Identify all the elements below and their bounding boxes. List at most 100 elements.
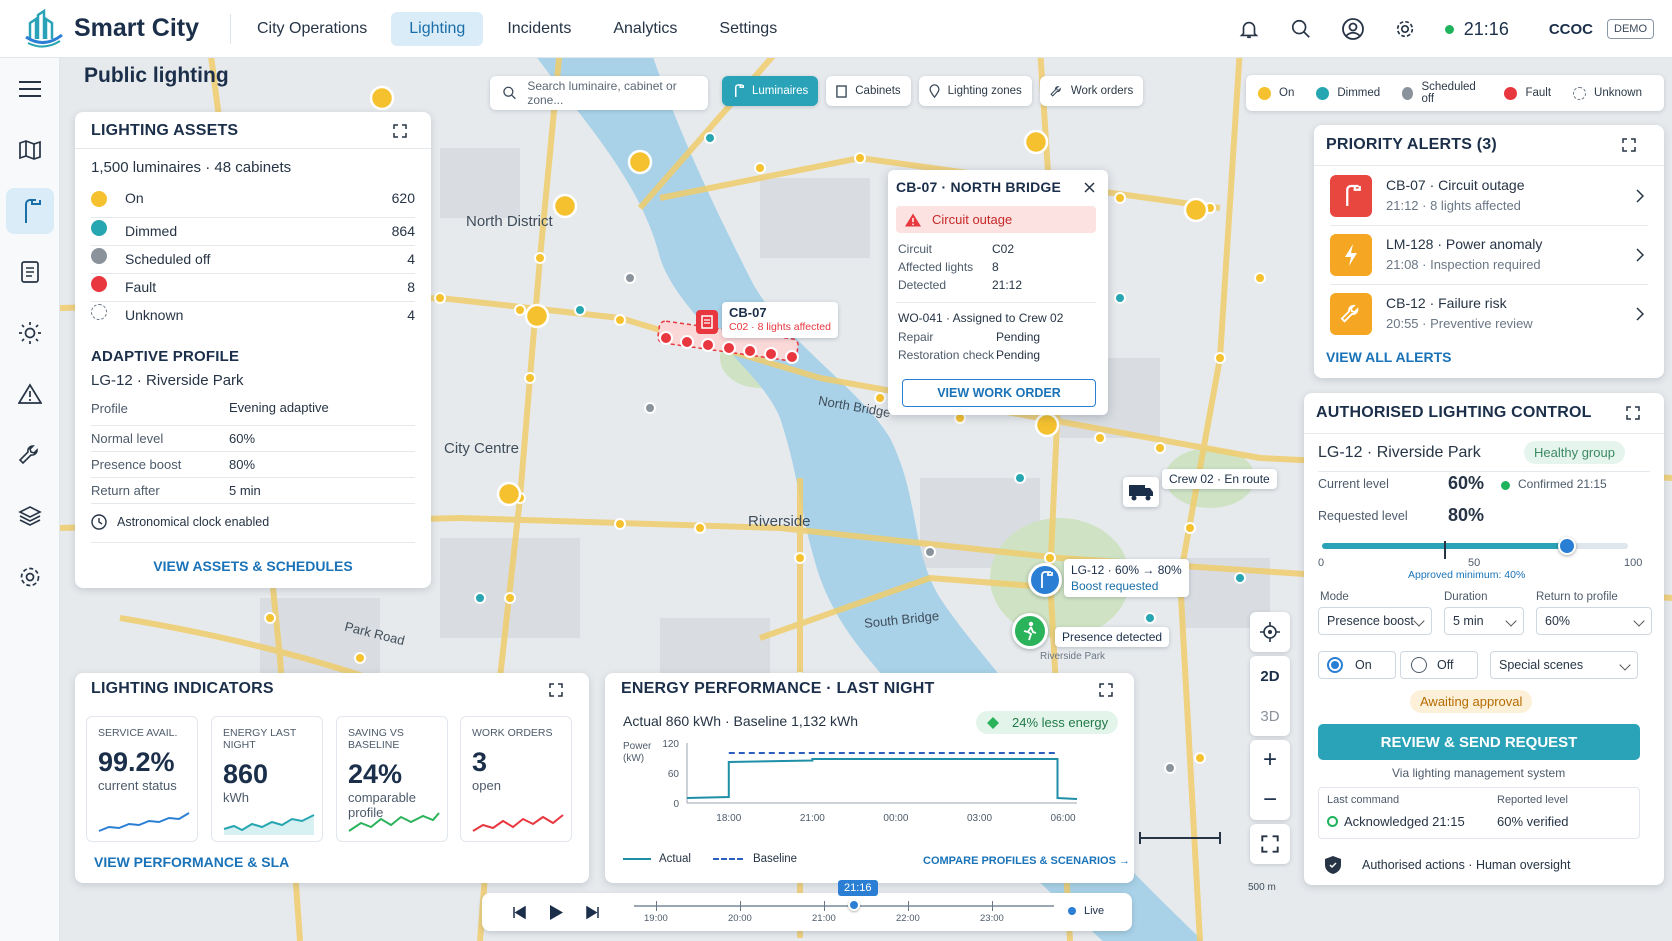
asset-row-unknown[interactable]: Unknown 4: [91, 302, 415, 330]
sidebar-item-layers[interactable]: [0, 485, 60, 546]
search-input[interactable]: Search luminaire, cabinet or zone...: [490, 76, 708, 110]
lighting-group-marker[interactable]: [1028, 563, 1062, 597]
x-tick-label: 00:00: [883, 813, 908, 824]
expand-icon[interactable]: [393, 124, 407, 138]
asset-row-on[interactable]: On 620: [91, 190, 415, 218]
leaf-icon: [987, 716, 999, 729]
zoom-out-button[interactable]: −: [1263, 780, 1277, 820]
map-label-city-centre: City Centre: [444, 440, 520, 457]
notifications-button[interactable]: [1223, 0, 1275, 58]
lg12-map-callout[interactable]: LG-12 · 60% → 80% Boost requested: [1064, 559, 1189, 597]
truck-icon: [1129, 485, 1153, 501]
asset-row-scheduled-off[interactable]: Scheduled off 4: [91, 246, 415, 274]
cb07-callout-title: CB-07: [729, 305, 767, 320]
sidebar-item-settings[interactable]: [0, 546, 60, 607]
indicator-value: 99.2%: [98, 747, 175, 777]
crew-marker[interactable]: [1123, 477, 1159, 507]
view-assets-link[interactable]: VIEW ASSETS & SCHEDULES: [75, 558, 431, 574]
asset-row-label: Fault: [125, 279, 157, 295]
locate-button[interactable]: [1250, 612, 1290, 652]
expand-icon[interactable]: [1622, 138, 1636, 152]
reported-level-value: 60% verified: [1497, 814, 1569, 829]
indicator-card-energy[interactable]: ENERGY LAST NIGHT 860 kWh: [211, 716, 323, 842]
fullscreen-button[interactable]: [1250, 824, 1290, 864]
user-button[interactable]: [1327, 0, 1379, 58]
live-indicator[interactable]: Live: [1068, 905, 1104, 917]
crew-callout: Crew 02 · En route: [1162, 469, 1277, 489]
tab-work-orders[interactable]: Work orders: [1039, 76, 1144, 106]
org-name[interactable]: CCOC: [1549, 21, 1593, 38]
skip-forward-icon[interactable]: [586, 906, 600, 919]
view-performance-link[interactable]: VIEW PERFORMANCE & SLA: [94, 854, 289, 870]
close-icon[interactable]: [1084, 182, 1095, 193]
popup-row-value: Pending: [996, 330, 1041, 344]
popup-row: Restoration check Pending: [898, 348, 1040, 362]
nav-city-operations[interactable]: City Operations: [239, 12, 385, 46]
expand-icon[interactable]: [549, 683, 563, 697]
tab-cabinets[interactable]: Cabinets: [826, 76, 911, 106]
view-2d-button[interactable]: 2D: [1260, 656, 1279, 696]
alert-item[interactable]: CB-07 · Circuit outage 21:12 · 8 lights …: [1314, 167, 1664, 225]
view-3d-button[interactable]: 3D: [1260, 696, 1279, 736]
view-all-alerts-link[interactable]: VIEW ALL ALERTS: [1326, 349, 1451, 365]
app-logo[interactable]: Smart City: [0, 0, 230, 58]
cb07-map-callout[interactable]: CB-07 C02 · 8 lights affected: [722, 302, 838, 338]
asset-row-dimmed[interactable]: Dimmed 864: [91, 218, 415, 246]
compare-profiles-link[interactable]: COMPARE PROFILES & SCENARIOS →: [923, 855, 1130, 867]
on-radio[interactable]: On: [1318, 651, 1396, 679]
expand-icon[interactable]: [1626, 406, 1640, 420]
mode-select[interactable]: Presence boost: [1318, 607, 1432, 635]
review-send-request-button[interactable]: REVIEW & SEND REQUEST: [1318, 724, 1640, 760]
indicator-label: ENERGY LAST NIGHT: [223, 727, 297, 751]
indicator-card-service[interactable]: SERVICE AVAIL. 99.2% current status: [86, 716, 198, 842]
wrench-icon: [1050, 85, 1061, 97]
sidebar-item-schedules[interactable]: [0, 302, 60, 363]
sidebar-item-alerts[interactable]: [0, 363, 60, 424]
nav-analytics[interactable]: Analytics: [595, 12, 695, 46]
nav-lighting[interactable]: Lighting: [391, 11, 484, 46]
timeline-track[interactable]: 19:00 20:00 21:00 22:00 23:00: [634, 901, 1054, 927]
nav-incidents[interactable]: Incidents: [489, 12, 589, 46]
legend-swatch: [1402, 86, 1414, 100]
settings-button[interactable]: [1379, 0, 1431, 58]
page-title: Public lighting: [84, 64, 229, 87]
confirmed-text: Confirmed 21:15: [1518, 477, 1607, 491]
asset-row-label: Dimmed: [125, 223, 178, 239]
sidebar-menu[interactable]: [0, 58, 60, 119]
sparkline: [348, 812, 440, 832]
wrench-icon: [1340, 304, 1359, 323]
view-work-order-button[interactable]: VIEW WORK ORDER: [902, 379, 1096, 407]
sidebar-item-reports[interactable]: [0, 241, 60, 302]
play-icon[interactable]: [548, 904, 564, 921]
skip-back-icon[interactable]: [512, 906, 526, 919]
timeline-tick-label: 23:00: [980, 913, 1004, 924]
alert-item[interactable]: CB-12 · Failure risk 20:55 · Preventive …: [1314, 285, 1664, 343]
slider-thumb[interactable]: [1557, 537, 1576, 555]
oversight-footer: Authorised actions · Human oversight: [1324, 855, 1570, 875]
indicator-card-work-orders[interactable]: WORK ORDERS 3 open: [460, 716, 572, 842]
last-command-box: Last command Acknowledged 21:15 Reported…: [1318, 787, 1640, 839]
tab-lighting-zones[interactable]: Lighting zones: [918, 76, 1032, 106]
indicator-card-saving[interactable]: SAVING VS BASELINE 24% comparable profil…: [336, 716, 448, 842]
special-scenes-select[interactable]: Special scenes: [1490, 651, 1638, 679]
search-button[interactable]: [1275, 0, 1327, 58]
zoom-in-button[interactable]: +: [1263, 740, 1277, 780]
expand-icon[interactable]: [1099, 683, 1113, 697]
indicator-sub: current status: [98, 778, 177, 793]
return-select[interactable]: 60%: [1536, 607, 1652, 635]
cabinet-fault-marker[interactable]: [696, 310, 718, 334]
duration-select[interactable]: 5 min: [1444, 607, 1524, 635]
timeline-thumb[interactable]: [848, 899, 860, 911]
popup-status-text: Circuit outage: [932, 212, 1013, 227]
sidebar-item-map[interactable]: [0, 119, 60, 180]
status-dot: [91, 248, 107, 265]
off-radio[interactable]: Off: [1400, 651, 1478, 679]
alert-item[interactable]: LM-128 · Power anomaly 21:08 · Inspectio…: [1314, 226, 1664, 284]
presence-marker[interactable]: [1012, 613, 1048, 649]
asset-row-fault[interactable]: Fault 8: [91, 274, 415, 302]
lg12-callout-title: LG-12 · 60% → 80%: [1071, 563, 1182, 577]
tab-luminaires[interactable]: Luminaires: [722, 76, 819, 106]
sidebar-item-maintenance[interactable]: [0, 424, 60, 485]
nav-settings[interactable]: Settings: [701, 12, 795, 46]
sidebar-item-lighting[interactable]: [0, 180, 60, 241]
